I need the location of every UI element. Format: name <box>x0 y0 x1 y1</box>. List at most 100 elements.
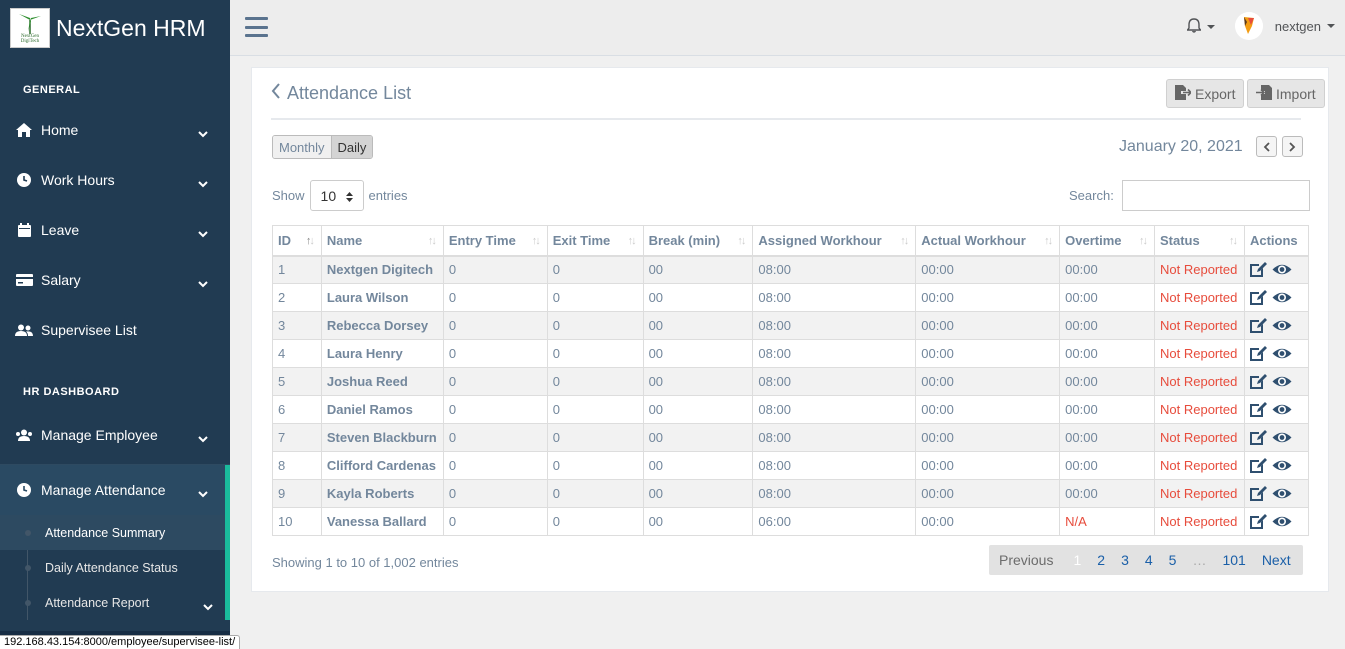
eye-icon[interactable] <box>1272 291 1292 304</box>
column-header[interactable]: Entry Time ↑↓ <box>442 225 548 257</box>
page-title: Attendance List <box>287 83 412 103</box>
column-header[interactable]: Assigned Workhour ↑↓ <box>752 225 917 257</box>
nav-supervisee-list[interactable]: Supervisee List <box>0 305 230 355</box>
eye-icon[interactable] <box>1272 375 1292 388</box>
nav-salary[interactable]: Salary <box>0 255 230 305</box>
nav-leave[interactable]: Leave <box>0 205 230 255</box>
edit-icon[interactable] <box>1249 289 1268 306</box>
entries-select[interactable]: 10 <box>309 180 364 211</box>
table-cell: 0 <box>546 367 644 396</box>
pagination-page-3[interactable]: 3 <box>1113 552 1137 568</box>
edit-icon[interactable] <box>1249 457 1268 474</box>
table-cell: Daniel Ramos <box>320 395 444 424</box>
eye-icon[interactable] <box>1272 431 1292 444</box>
toggle-daily[interactable]: Daily <box>330 136 373 158</box>
eye-icon[interactable] <box>1272 347 1292 360</box>
column-header[interactable]: Overtime ↑↓ <box>1059 225 1155 257</box>
sub-item-label: Attendance Summary <box>45 525 166 540</box>
sort-icon: ↑↓ <box>627 235 637 247</box>
edit-icon[interactable] <box>1249 261 1268 278</box>
eye-icon[interactable] <box>1272 263 1292 276</box>
sub-item-attendance-summary[interactable]: Attendance Summary <box>0 515 225 550</box>
nav-work-hours[interactable]: Work Hours <box>0 155 230 205</box>
sub-item-daily-attendance-status[interactable]: Daily Attendance Status <box>0 550 225 585</box>
column-header-label: Status <box>1160 232 1200 248</box>
column-header-label: Name <box>326 232 363 248</box>
section-title-general: GENERAL <box>23 84 81 96</box>
export-button[interactable]: Export <box>1166 79 1245 108</box>
chevron-down-icon <box>198 430 208 446</box>
table-cell: 00:00 <box>1059 451 1155 480</box>
column-header[interactable]: Status ↑↓ <box>1154 225 1245 257</box>
pagination-next[interactable]: Next <box>1254 552 1303 568</box>
edit-icon[interactable] <box>1249 485 1268 502</box>
edit-icon[interactable] <box>1249 429 1268 446</box>
table-row: 7 Steven Blackburn 0 0 00 08:00 00:00 00:00 Not … <box>272 423 1310 452</box>
column-header[interactable]: Break (min) ↑↓ <box>642 225 754 257</box>
edit-icon[interactable] <box>1249 317 1268 334</box>
edit-icon[interactable] <box>1249 513 1268 530</box>
column-header[interactable]: Exit Time ↑↓ <box>546 225 644 257</box>
eye-icon[interactable] <box>1272 403 1292 416</box>
export-label: Export <box>1195 85 1236 102</box>
eye-icon[interactable] <box>1272 319 1292 332</box>
table-cell: 00 <box>642 395 754 424</box>
nav-label: Home <box>41 122 79 138</box>
back-link[interactable]: Attendance List <box>271 83 411 104</box>
toggle-monthly[interactable]: Monthly <box>273 136 331 158</box>
table-cell: 00 <box>642 255 754 284</box>
column-header[interactable]: Actual Workhour ↑↓ <box>915 225 1061 257</box>
table-cell: 0 <box>546 395 644 424</box>
nav-home[interactable]: Home <box>0 105 230 155</box>
attendance-table: ID ↑↓ Name ↑↓ Entry Time ↑↓ Exit Time ↑↓ Break (… <box>272 225 1310 536</box>
import-button[interactable]: Import <box>1247 79 1325 108</box>
edit-icon[interactable] <box>1249 345 1268 362</box>
nav-manage-employee[interactable]: Manage Employee <box>0 410 230 460</box>
search-input[interactable] <box>1121 180 1310 211</box>
table-cell: 00 <box>642 311 754 340</box>
pagination-page-4[interactable]: 4 <box>1137 552 1161 568</box>
edit-icon[interactable] <box>1249 401 1268 418</box>
eye-icon[interactable] <box>1272 459 1292 472</box>
pagination-page-5[interactable]: 5 <box>1161 552 1185 568</box>
section-title-hr-dashboard: HR DASHBOARD <box>23 386 120 398</box>
column-header[interactable]: Name ↑↓ <box>320 225 444 257</box>
pagination-page-101[interactable]: 101 <box>1214 552 1253 568</box>
attendance-panel: Attendance List Export Import Monthly Da… <box>251 67 1329 592</box>
pagination-page-2[interactable]: 2 <box>1089 552 1113 568</box>
prev-date-button[interactable] <box>1256 136 1277 157</box>
table-row: 6 Daniel Ramos 0 0 00 08:00 00:00 00:00 Not Repo… <box>272 395 1310 424</box>
pagination-previous[interactable]: Previous <box>989 552 1065 568</box>
table-cell: Clifford Cardenas <box>320 451 444 480</box>
notifications[interactable] <box>1186 18 1215 36</box>
pagination-page-1[interactable]: 1 <box>1065 552 1089 568</box>
bullet-dot <box>25 564 31 571</box>
table-cell: Joshua Reed <box>320 367 444 396</box>
user-menu[interactable]: nextgen <box>1234 12 1335 40</box>
caret-down-icon <box>1327 24 1335 28</box>
view-toggle: Monthly Daily <box>272 135 374 159</box>
table-cell: 00 <box>642 479 754 508</box>
sub-item-attendance-report[interactable]: Attendance Report <box>0 585 225 620</box>
edit-icon[interactable] <box>1249 373 1268 390</box>
actions-cell <box>1243 311 1310 340</box>
table-cell: Not Reported <box>1154 255 1245 284</box>
brand[interactable]: NextGen DigiTech NextGen HRM <box>0 0 230 56</box>
table-cell: 00:00 <box>1059 311 1155 340</box>
table-cell: 10 <box>272 507 322 536</box>
eye-icon[interactable] <box>1272 515 1292 528</box>
column-header[interactable]: ID ↑↓ <box>272 225 322 257</box>
eye-icon[interactable] <box>1272 487 1292 500</box>
status-url: 192.168.43.154:8000/employee/supervisee-… <box>0 635 241 649</box>
bullet-dot <box>25 599 31 606</box>
column-header-label: Entry Time <box>448 232 516 248</box>
table-cell: 00:00 <box>1059 367 1155 396</box>
search-label: Search: <box>1069 188 1114 203</box>
column-header-label: Assigned Workhour <box>758 232 882 248</box>
table-cell: 0 <box>546 423 644 452</box>
nav-manage-attendance[interactable]: Manage Attendance <box>0 465 230 515</box>
column-header-label: Exit Time <box>552 232 611 248</box>
table-cell: 8 <box>272 451 322 480</box>
next-date-button[interactable] <box>1282 136 1303 157</box>
menu-toggle-icon[interactable] <box>245 17 268 37</box>
